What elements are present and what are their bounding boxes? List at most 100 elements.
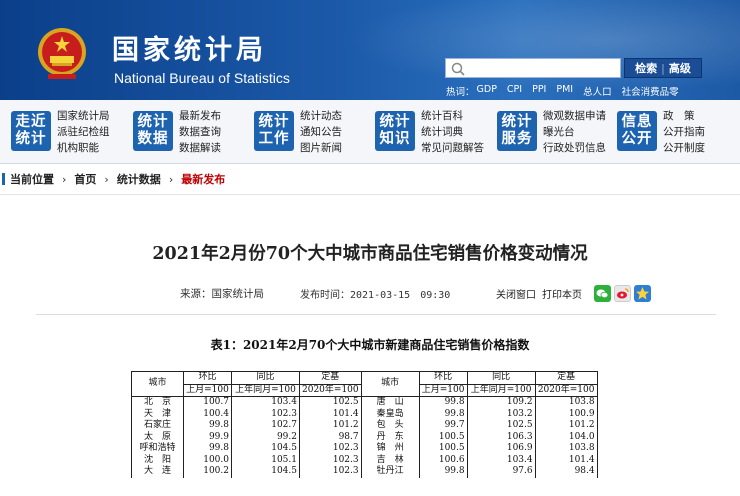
value-cell: 103.8 <box>534 443 598 455</box>
nav-icon-about[interactable]: 走近 统计 <box>11 111 51 151</box>
value-cell: 106.3 <box>466 431 536 443</box>
close-window-button[interactable]: 关闭窗口 <box>496 286 536 301</box>
hot-word[interactable]: PMI <box>556 84 573 98</box>
search-input[interactable] <box>445 58 621 78</box>
nav-link[interactable]: 统计百科 <box>421 109 484 123</box>
main-nav: 走近 统计 国家统计局 派驻纪检组 机构职能 统计 数据 最新发布 数据查询 数据解… <box>0 100 740 164</box>
nav-link[interactable]: 图片新闻 <box>300 141 342 155</box>
hot-word[interactable]: 社会消费品零 <box>622 84 679 98</box>
table-row: 太 原 99.9 99.2 98.7 丹 东 100.5 106.3 104.0 <box>131 431 598 443</box>
column-header: 同比 <box>466 371 536 385</box>
value-cell: 106.9 <box>466 443 536 455</box>
city-cell: 天 津 <box>131 408 184 420</box>
nav-link[interactable]: 统计词典 <box>421 125 484 139</box>
value-cell: 99.9 <box>183 431 232 443</box>
table-row: 天 津 100.4 102.3 101.4 秦皇岛 99.8 103.2 100.9 <box>131 408 598 420</box>
nav-icon-work[interactable]: 统计 工作 <box>254 111 294 151</box>
column-header: 定基 <box>534 371 598 385</box>
value-cell: 100.4 <box>183 408 232 420</box>
table-header-row: 城市 环比 同比 定基 城市 环比 同比 定基 <box>131 371 598 397</box>
value-cell: 105.1 <box>231 454 300 466</box>
value-cell: 100.5 <box>418 443 468 455</box>
value-cell: 99.2 <box>231 431 300 443</box>
city-cell: 包 头 <box>360 420 420 432</box>
nav-icon-knowledge[interactable]: 统计 知识 <box>375 111 415 151</box>
hot-word[interactable]: 总人口 <box>583 84 612 98</box>
chevron-right-icon: › <box>168 172 174 186</box>
breadcrumb-marker <box>2 173 5 185</box>
column-header: 环比 <box>183 371 232 385</box>
site-name-cn: 国家统计局 <box>112 35 267 66</box>
column-subheader: 2020年=100 <box>534 383 598 397</box>
nav-link[interactable]: 公开指南 <box>663 125 705 139</box>
value-cell: 102.5 <box>466 420 536 432</box>
search-button[interactable]: 检索 <box>635 60 657 76</box>
national-emblem-icon <box>38 28 86 79</box>
nav-link[interactable]: 曝光台 <box>543 125 606 139</box>
hot-word[interactable]: CPI <box>507 84 522 98</box>
hot-word[interactable]: PPI <box>532 84 546 98</box>
nav-link[interactable]: 政 策 <box>663 109 705 123</box>
table-body: 北 京 100.7 103.4 102.5 唐 山 99.8 109.2 103.8 天 津 10… <box>131 396 598 478</box>
value-cell: 101.4 <box>534 454 598 466</box>
table-row: 沈 阳 100.0 105.1 102.3 吉 林 100.6 103.4 101.4 <box>131 454 598 466</box>
hot-word[interactable]: GDP <box>477 84 497 98</box>
column-subheader: 上年同月=100 <box>231 383 300 397</box>
breadcrumb-label: 当前位置 <box>10 173 54 186</box>
chevron-right-icon: › <box>62 172 67 186</box>
breadcrumb-item-home[interactable]: 首页 <box>74 171 96 187</box>
value-cell: 102.5 <box>299 396 362 409</box>
nav-link[interactable]: 最新发布 <box>179 109 221 123</box>
column-subheader: 2020年=100 <box>299 383 362 397</box>
column-header: 城市 <box>131 371 184 397</box>
value-cell: 103.4 <box>466 454 536 466</box>
breadcrumb: 当前位置 › 首页 › 统计数据 › 最新发布 <box>0 170 740 188</box>
value-cell: 99.8 <box>183 420 232 432</box>
nav-icon-data[interactable]: 统计 数据 <box>133 111 173 151</box>
value-cell: 100.2 <box>183 466 232 478</box>
nav-link[interactable]: 机构职能 <box>57 141 110 155</box>
chevron-right-icon: › <box>104 172 109 186</box>
nav-link[interactable]: 行政处罚信息 <box>543 141 606 155</box>
breadcrumb-item-data[interactable]: 统计数据 <box>117 171 161 187</box>
column-header: 同比 <box>231 371 300 385</box>
advanced-search-button[interactable]: 高级 <box>669 60 691 76</box>
divider <box>0 194 740 195</box>
value-cell: 101.4 <box>299 408 362 420</box>
page: 国家统计局 National Bureau of Statistics 检索 |… <box>0 0 740 496</box>
nav-link[interactable]: 统计动态 <box>300 109 342 123</box>
nav-link[interactable]: 数据解读 <box>179 141 221 155</box>
value-cell: 102.7 <box>231 420 300 432</box>
wechat-icon[interactable] <box>594 285 611 302</box>
weibo-icon[interactable] <box>614 285 631 302</box>
nav-link[interactable]: 微观数据申请 <box>543 109 606 123</box>
value-cell: 103.8 <box>534 396 598 409</box>
hot-words: 热词： GDP CPI PPI PMI 总人口 社会消费品零 <box>446 84 679 98</box>
nav-icon-disclosure[interactable]: 信息 公开 <box>617 111 657 151</box>
nav-link[interactable]: 公开制度 <box>663 141 705 155</box>
article-title: 2021年2月份70个大中城市商品住宅销售价格变动情况 <box>152 244 588 264</box>
value-cell: 98.7 <box>299 431 362 443</box>
city-cell: 大 连 <box>131 466 184 478</box>
print-button[interactable]: 打印本页 <box>542 286 582 301</box>
nav-icon-service[interactable]: 统计 服务 <box>497 111 537 151</box>
nav-link[interactable]: 数据查询 <box>179 125 221 139</box>
breadcrumb-item-current[interactable]: 最新发布 <box>181 171 225 187</box>
value-cell: 104.5 <box>231 466 300 478</box>
divider <box>36 314 716 315</box>
value-cell: 97.6 <box>466 466 536 478</box>
nav-link[interactable]: 通知公告 <box>300 125 342 139</box>
search-buttons: 检索 | 高级 <box>624 58 702 78</box>
city-cell: 沈 阳 <box>131 454 184 466</box>
table-row: 石家庄 99.8 102.7 101.2 包 头 99.7 102.5 101.2 <box>131 420 598 432</box>
value-cell: 100.6 <box>418 454 468 466</box>
column-subheader: 上月=100 <box>183 383 232 397</box>
nav-link[interactable]: 派驻纪检组 <box>57 125 110 139</box>
separator: | <box>661 61 665 75</box>
nav-link[interactable]: 国家统计局 <box>57 109 110 123</box>
value-cell: 99.8 <box>183 443 232 455</box>
nav-link[interactable]: 常见问题解答 <box>421 141 484 155</box>
price-index-table: 城市 环比 同比 定基 城市 环比 同比 定基 上月=100 上年同月=100 … <box>131 371 598 478</box>
favorite-icon[interactable] <box>634 285 651 302</box>
city-cell: 吉 林 <box>360 454 420 466</box>
